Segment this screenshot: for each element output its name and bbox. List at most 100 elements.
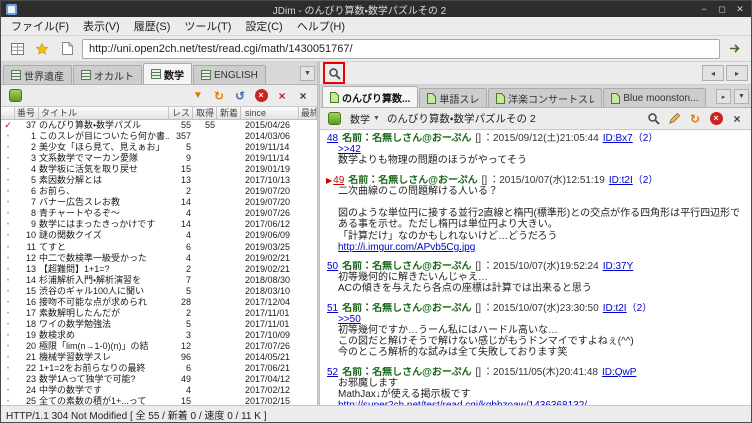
thread-list-row[interactable]: ● 6 お前ら、 2 2019/07/20 [1, 186, 317, 197]
thread-icon [611, 92, 621, 104]
thread-tab[interactable]: のんびり算数... [322, 86, 419, 107]
post-name-label: 名前： [342, 366, 373, 378]
thread-list-row[interactable]: ● 14 杉浦解析入門・解析演習を 7 2018/08/30 [1, 275, 317, 286]
board-tab[interactable]: 世界遺産 [3, 65, 72, 84]
thread-list-row[interactable]: ● 23 数学1Aって独学で可能? 49 2017/04/12 [1, 374, 317, 385]
column-last[interactable]: 最終書込 [299, 107, 317, 119]
sort-down-icon[interactable]: ▼ [189, 87, 207, 105]
thread-list-row[interactable]: ● 15 渋谷のギャル100人に聞い 5 2018/03/10 [1, 286, 317, 297]
thread-list-row[interactable]: ● 25 全ての素数の積が1+...って 15 2017/02/15 [1, 396, 317, 405]
thread-tab-dropdown-icon[interactable]: ▼ [734, 89, 749, 104]
thread-list-row[interactable]: ✓ 37 のんびり算数・数学パズル 55 55 2015/04/26 [1, 120, 317, 131]
post-id[interactable]: ID:t2I [603, 303, 627, 314]
thread-list-row[interactable]: ● 7 バナー広告スレお教 14 2019/07/20 [1, 197, 317, 208]
thread-list-row[interactable]: ● 20 極限「lim(n→1-0)(n)」の結 12 2017/07/26 [1, 341, 317, 352]
tab-scroll-right-icon[interactable]: ▸ [716, 89, 731, 104]
open-url-icon[interactable] [725, 39, 745, 59]
post-id[interactable]: ID:Bx7 [603, 133, 633, 144]
post-id[interactable]: ID:t2I [609, 175, 633, 186]
menu-item[interactable]: 設定(C) [238, 17, 289, 35]
row-res: 4 [185, 252, 191, 263]
menu-item[interactable]: ファイル(F) [4, 17, 76, 35]
thread-list-row[interactable]: ● 19 数検求め 3 2017/10/09 [1, 330, 317, 341]
board-select[interactable]: 数学 ▼ [346, 110, 384, 127]
thread-refresh-icon[interactable]: ↻ [686, 110, 704, 128]
thread-close-icon[interactable]: × [728, 110, 746, 128]
thread-list-row[interactable]: ● 21 機械学習数学スレ 96 2014/05/21 [1, 352, 317, 363]
minimize-button[interactable]: − [698, 4, 710, 15]
menu-item[interactable]: ツール(T) [177, 17, 238, 35]
thread-list-row[interactable]: ● 1 このスレが目についたら何か書... 357 2014/03/06 [1, 131, 317, 142]
thread-list-row[interactable]: ● 16 接吻不可能な点が求められ 28 2017/12/04 [1, 297, 317, 308]
refresh-icon[interactable]: ↻ [210, 87, 228, 105]
column-number[interactable]: 番号 [15, 107, 39, 119]
stop-icon[interactable]: × [252, 87, 270, 105]
board-tab[interactable]: ENGLISH [193, 65, 266, 84]
thread-list-row[interactable]: ● 5 素因数分解とは 13 2017/10/13 [1, 175, 317, 186]
row-status-icon: ● [6, 365, 10, 372]
post-number[interactable]: 48 [327, 133, 338, 144]
column-new[interactable]: 新着 [217, 107, 241, 119]
menu-item[interactable]: 履歴(S) [127, 17, 178, 35]
thread-list-row[interactable]: ● 12 中二で数検準一級受かった 4 2019/02/21 [1, 253, 317, 264]
row-number: 10 [25, 230, 36, 241]
post-number[interactable]: 50 [327, 261, 338, 272]
thread-list-row[interactable]: ● 22 1+1=2をお前らなりの最終 6 2017/06/21 [1, 363, 317, 374]
post-id[interactable]: ID:37Y [603, 261, 634, 272]
board-icon-button[interactable] [6, 87, 24, 105]
thread-list-row[interactable]: ● 2 美少女「ほら見て、見えぁお」 5 2019/11/14 [1, 142, 317, 153]
column-title[interactable]: タイトル [39, 107, 169, 119]
document-icon[interactable] [57, 39, 77, 59]
write-icon[interactable] [665, 110, 683, 128]
url-link[interactable]: http://i.imgur.com/APvb5Cg.jpg [338, 242, 475, 253]
delete-icon[interactable]: × [273, 87, 291, 105]
res-anchor[interactable]: >>42 [338, 144, 361, 155]
thread-list-row[interactable]: ● 17 素数解明したんだが 2 2017/11/01 [1, 308, 317, 319]
row-number: 14 [25, 274, 36, 285]
url-input[interactable] [82, 38, 720, 59]
column-got[interactable]: 取得 [193, 107, 217, 119]
thread-tab[interactable]: Blue moonston... [603, 88, 707, 107]
menu-item[interactable]: 表示(V) [76, 17, 127, 35]
row-number: 18 [25, 318, 36, 329]
thread-search-icon[interactable] [644, 110, 662, 128]
undo-icon[interactable]: ↺ [231, 87, 249, 105]
boards-icon[interactable] [7, 39, 27, 59]
thread-list-row[interactable]: ● 10 謎の関数クイズ 4 2019/06/09 [1, 230, 317, 241]
post-number[interactable]: 49 [333, 175, 344, 186]
forward-icon[interactable]: ▸ [726, 65, 748, 81]
thread-list-row[interactable]: ● 13 【超難問】1+1=? 2 2019/02/21 [1, 264, 317, 275]
thread-list-row[interactable]: ● 3 文系数学でマーカン愛隊 9 2019/11/14 [1, 153, 317, 164]
post-number[interactable]: 52 [327, 367, 338, 378]
post-id[interactable]: ID:QwP [602, 367, 636, 378]
thread-stop-icon[interactable]: × [707, 110, 725, 128]
board-tab[interactable]: 数学 [143, 63, 192, 84]
search-icon[interactable] [325, 64, 343, 82]
post-name-label: 名前： [342, 133, 373, 144]
thread-list-row[interactable]: ● 18 ワイの数学勉強法 5 2017/11/01 [1, 319, 317, 330]
thread-tab[interactable]: 単語スレ [419, 88, 488, 107]
back-icon[interactable]: ◂ [702, 65, 724, 81]
menu-item[interactable]: ヘルプ(H) [290, 17, 352, 35]
thread-list-row[interactable]: ● 9 数学にはまったきっかけです 14 2017/06/12 [1, 219, 317, 230]
row-new [217, 208, 241, 219]
column-mark[interactable] [1, 107, 15, 119]
close-button[interactable]: ✕ [734, 4, 746, 15]
column-res[interactable]: レス [169, 107, 193, 119]
board-tab[interactable]: オカルト [73, 65, 142, 84]
res-anchor[interactable]: >>50 [338, 314, 361, 325]
post-number[interactable]: 51 [327, 303, 338, 314]
maximize-button[interactable]: ◻ [716, 4, 728, 15]
thread-list-row[interactable]: ● 4 数学板に活気を取り戻せ 15 2019/01/19 [1, 164, 317, 175]
favorites-icon[interactable] [32, 39, 52, 59]
row-new [217, 153, 241, 164]
thread-icon-button[interactable] [325, 110, 343, 128]
thread-list-row[interactable]: ● 24 中学の数学です 4 2017/02/12 [1, 385, 317, 396]
thread-tab[interactable]: 洋楽コンサートスレ [488, 88, 603, 107]
close-pane-icon[interactable]: × [294, 87, 312, 105]
thread-list-row[interactable]: ● 8 青チャートやるぞ〜 4 2019/07/26 [1, 208, 317, 219]
column-since[interactable]: since [241, 107, 299, 119]
thread-list-row[interactable]: ● 11 てすと 6 2019/03/25 [1, 242, 317, 253]
tab-list-dropdown-icon[interactable]: ▼ [300, 66, 315, 81]
row-got [193, 330, 217, 341]
